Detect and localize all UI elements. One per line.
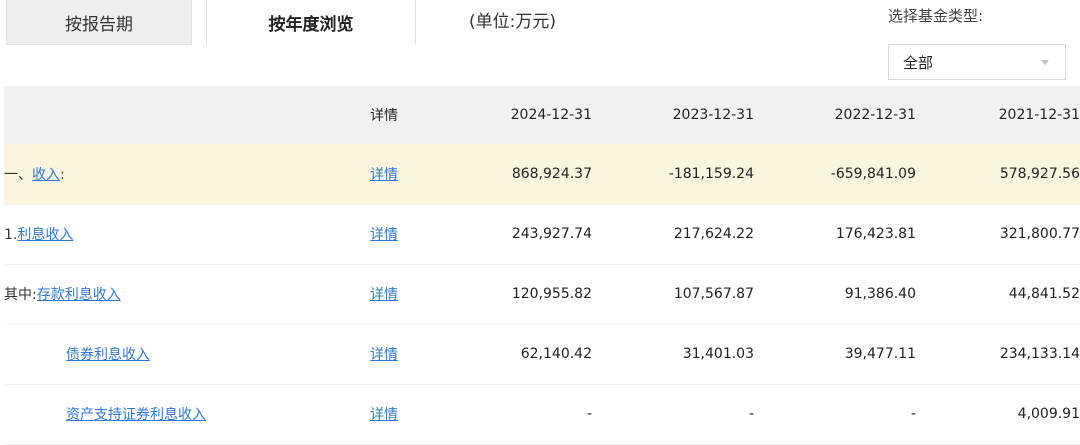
value-cell: 39,477.11 (844, 346, 916, 362)
row-label: 1.利息收入 (4, 204, 370, 264)
value-cell: - (748, 406, 754, 422)
value-cell: 578,927.56 (999, 165, 1080, 182)
value-cell: 234,133.14 (999, 346, 1080, 362)
header-2024: 2024-12-31 (510, 107, 592, 123)
income-table: 详情 2024-12-31 2023-12-31 2022-12-31 2021… (4, 86, 1080, 445)
row-link-interest-income[interactable]: 利息收入 (17, 227, 73, 243)
value-cell: 4,009.91 (1017, 406, 1080, 422)
header-2021: 2021-12-31 (998, 107, 1080, 123)
fund-type-selected-value: 全部 (903, 53, 934, 72)
detail-cell: 详情 (370, 144, 430, 204)
value-cell: 44,841.52 (1008, 286, 1080, 302)
value-cell: - (910, 406, 916, 422)
row-label: 一、收入: (4, 144, 370, 204)
row-link-bond-interest[interactable]: 债券利息收入 (66, 347, 150, 363)
detail-cell: 详情 (370, 204, 430, 264)
table-row: 债券利息收入 详情 62,140.42 31,401.03 39,477.11 … (4, 324, 1080, 384)
header-2023: 2023-12-31 (672, 107, 754, 123)
value-cell: 176,423.81 (835, 226, 916, 242)
detail-cell: 详情 (370, 324, 430, 384)
value-cell: 243,927.74 (511, 226, 592, 242)
header-item (4, 86, 370, 144)
header-detail: 详情 (370, 108, 398, 124)
row-link-income[interactable]: 收入 (32, 167, 60, 183)
detail-cell: 详情 (370, 264, 430, 324)
value-cell: 120,955.82 (511, 286, 592, 302)
fund-type-label: 选择基金类型: (888, 7, 984, 25)
row-label: 债券利息收入 (4, 324, 370, 384)
detail-link[interactable]: 详情 (370, 407, 398, 423)
row-prefix: 1. (4, 227, 18, 243)
value-cell: 217,624.22 (673, 226, 754, 242)
detail-link[interactable]: 详情 (370, 167, 398, 183)
fund-type-select[interactable]: 全部 (888, 44, 1066, 80)
table-row: 资产支持证券利息收入 详情 - - - 4,009.91 (4, 384, 1080, 444)
row-prefix: 其中: (4, 287, 37, 303)
chevron-down-icon (1041, 60, 1049, 65)
value-cell: 31,401.03 (682, 346, 754, 362)
value-cell: 107,567.87 (673, 286, 754, 302)
table-header-row: 详情 2024-12-31 2023-12-31 2022-12-31 2021… (4, 86, 1080, 144)
detail-link[interactable]: 详情 (370, 347, 398, 363)
row-link-deposit-interest[interactable]: 存款利息收入 (37, 287, 121, 303)
row-label: 资产支持证券利息收入 (4, 384, 370, 444)
value-cell: - (586, 406, 592, 422)
table-row: 其中:存款利息收入 详情 120,955.82 107,567.87 91,38… (4, 264, 1080, 324)
value-cell: -181,159.24 (668, 165, 754, 182)
header-2022: 2022-12-31 (834, 107, 916, 123)
detail-cell: 详情 (370, 384, 430, 444)
table-row: 一、收入: 详情 868,924.37 -181,159.24 -659,841… (4, 144, 1080, 204)
row-prefix: 一、 (4, 166, 32, 183)
tab-by-report-period[interactable]: 按报告期 (6, 0, 192, 45)
tab-by-year[interactable]: 按年度浏览 (206, 0, 416, 45)
row-suffix: : (60, 166, 65, 183)
value-cell: 868,924.37 (511, 165, 592, 182)
row-label: 其中:存款利息收入 (4, 264, 370, 324)
detail-link[interactable]: 详情 (370, 287, 398, 303)
value-cell: 91,386.40 (844, 286, 916, 302)
detail-link[interactable]: 详情 (370, 227, 398, 243)
value-cell: -659,841.09 (830, 165, 916, 182)
unit-label: (单位:万元) (469, 12, 556, 32)
value-cell: 321,800.77 (999, 226, 1080, 242)
row-link-abs-interest[interactable]: 资产支持证券利息收入 (66, 407, 206, 423)
table-row: 1.利息收入 详情 243,927.74 217,624.22 176,423.… (4, 204, 1080, 264)
value-cell: 62,140.42 (520, 346, 592, 362)
